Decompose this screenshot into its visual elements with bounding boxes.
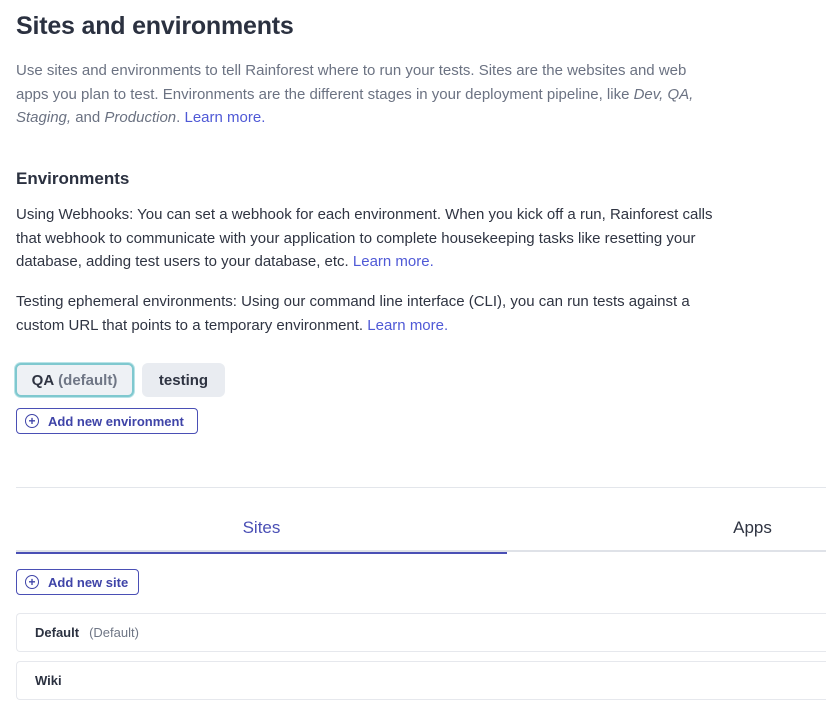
section-divider [16, 487, 826, 488]
environments-title: Environments [16, 169, 130, 188]
intro-env-production: Production [104, 109, 177, 126]
intro-learn-more-link[interactable]: Learn more. [184, 109, 265, 126]
webhooks-learn-more-link[interactable]: Learn more. [353, 253, 434, 270]
add-new-site-label: Add new site [48, 574, 129, 590]
environment-tab-label: QA [31, 371, 55, 389]
site-row-wiki[interactable]: Wiki [16, 661, 826, 700]
tab-sites[interactable]: Sites [16, 514, 507, 554]
site-default-tag: (Default) [89, 625, 139, 640]
environment-tab-testing[interactable]: testing [142, 363, 225, 397]
intro-text-1: Use sites and environments to tell Rainf… [16, 62, 687, 103]
environment-tab-qa[interactable]: QA (default) [15, 363, 134, 397]
add-new-site-button[interactable]: + Add new site [16, 569, 139, 595]
plus-circle-icon: + [25, 414, 39, 428]
page-title: Sites and environments [16, 12, 294, 40]
plus-circle-icon: + [25, 575, 39, 589]
environment-tab-label: testing [158, 371, 209, 389]
tab-apps[interactable]: Apps [507, 514, 826, 552]
intro-text-2: and [71, 109, 105, 126]
add-new-environment-button[interactable]: + Add new environment [16, 408, 198, 434]
site-app-tabs: Sites Apps [16, 514, 826, 554]
webhooks-paragraph: Using Webhooks: You can set a webhook fo… [16, 203, 716, 274]
site-row-default[interactable]: Default (Default) [16, 613, 826, 652]
add-new-environment-label: Add new environment [48, 413, 184, 429]
ephemeral-text: Testing ephemeral environments: Using ou… [16, 293, 690, 334]
intro-paragraph: Use sites and environments to tell Rainf… [16, 59, 716, 130]
ephemeral-paragraph: Testing ephemeral environments: Using ou… [16, 290, 716, 337]
site-name: Default [35, 625, 80, 640]
environment-default-tag: (default) [58, 371, 118, 389]
ephemeral-learn-more-link[interactable]: Learn more. [367, 317, 448, 334]
site-name: Wiki [35, 673, 62, 688]
